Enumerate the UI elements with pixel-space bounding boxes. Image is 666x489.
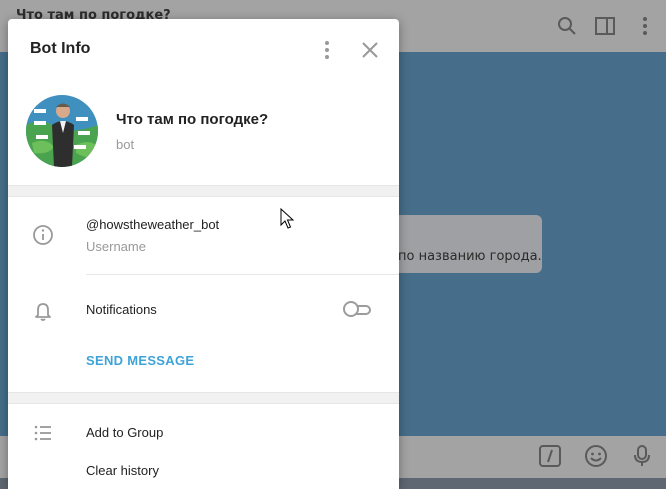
send-message-button[interactable]: SEND MESSAGE: [86, 353, 194, 368]
sidebar-toggle-icon[interactable]: [594, 15, 616, 37]
notifications-label: Notifications: [86, 302, 157, 317]
search-icon[interactable]: [556, 15, 578, 37]
add-to-group-button[interactable]: Add to Group: [86, 425, 163, 440]
menu-icon[interactable]: [634, 15, 656, 37]
microphone-icon[interactable]: [630, 444, 654, 468]
more-options-icon[interactable]: [316, 39, 338, 61]
emoji-icon[interactable]: [584, 444, 608, 468]
section-divider: [8, 392, 399, 404]
bot-info-dialog: Bot Info Что там по погодке? bot @howsth…: [8, 19, 399, 489]
notifications-toggle[interactable]: [343, 301, 373, 317]
bot-name: Что там по погодке?: [116, 111, 269, 128]
toggle-knob: [343, 301, 359, 317]
mouse-cursor-icon: [280, 208, 294, 229]
username-value[interactable]: @howstheweather_bot: [86, 217, 219, 232]
message-text: по названию города.: [398, 249, 542, 264]
message-bubble: [380, 215, 542, 273]
clear-history-button[interactable]: Clear history: [86, 463, 159, 478]
close-icon[interactable]: [359, 39, 381, 61]
dialog-title: Bot Info: [30, 40, 91, 57]
info-icon: [33, 225, 53, 245]
bot-status: bot: [116, 137, 135, 152]
section-divider: [8, 185, 399, 197]
list-icon: [34, 425, 51, 441]
username-label: Username: [86, 239, 146, 254]
bell-icon: [35, 303, 51, 321]
bot-command-icon[interactable]: [538, 444, 562, 468]
row-divider: [86, 274, 399, 275]
bot-avatar[interactable]: [26, 95, 98, 167]
